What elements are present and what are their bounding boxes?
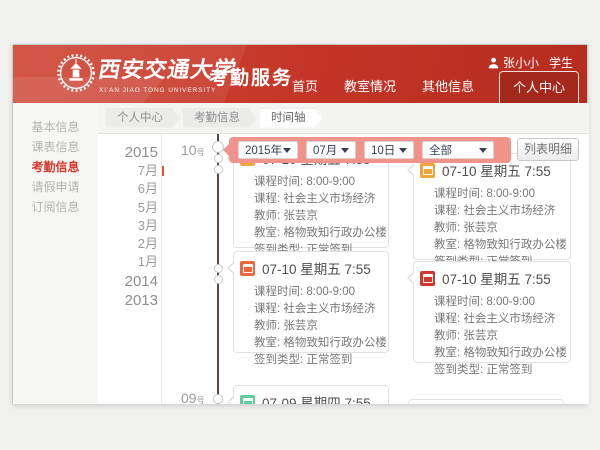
content-area: 基本信息 课表信息 考勤信息 请假申请 订阅信息 个人中心 考勤信息 时间轴 2… — [13, 103, 589, 404]
card-course-time: 课程时间: 8:00-9:00 — [434, 186, 562, 203]
user-info[interactable]: 张小小 学生 — [488, 54, 573, 71]
user-role: 学生 — [549, 54, 573, 71]
card-date: 07-10 星期五 7:55 — [442, 160, 551, 180]
chevron-down-icon — [479, 148, 487, 157]
nav-personal-center-active-tab[interactable]: 个人中心 — [499, 71, 579, 103]
card-teacher: 教师: 张芸京 — [434, 220, 562, 237]
day-label-10: 10号 — [181, 142, 205, 160]
attendance-card[interactable]: 07-10 星期五 7:55 课程时间: 8:00-9:00 课程: 社会主义市… — [233, 251, 389, 353]
chevron-down-icon — [341, 148, 349, 157]
card-classroom: 教室: 格物致知行政办公楼 — [434, 237, 562, 254]
timeline-node — [214, 165, 223, 174]
card-teacher: 教师: 张芸京 — [254, 208, 380, 225]
main-nav: 首页 教室情况 其他信息 个人中心 — [279, 71, 579, 103]
card-signin-type: 签到类型: 正常签到 — [434, 362, 562, 379]
type-dropdown[interactable]: 全部 — [422, 141, 494, 159]
day-dropdown[interactable]: 10日 — [364, 141, 414, 159]
months-divider-line — [161, 134, 162, 404]
month-dropdown[interactable]: 07月 — [306, 141, 356, 159]
card-classroom: 教室: 格物致知行政办公楼 — [254, 335, 380, 352]
breadcrumb-personal-center[interactable]: 个人中心 — [106, 109, 180, 128]
card-date: 07-10 星期五 7:55 — [262, 258, 371, 278]
university-seal-icon — [57, 54, 95, 92]
card-course: 课程: 社会主义市场经济 — [254, 301, 380, 318]
timeline-nav-year[interactable]: 2015 — [98, 143, 158, 162]
signin-status-icon — [420, 271, 435, 286]
sidebar-item-subscription-info[interactable]: 订阅信息 — [13, 197, 98, 217]
timeline-nav-month[interactable]: 2月 — [98, 235, 158, 253]
card-date: 07-10 星期五 7:55 — [442, 268, 551, 288]
card-course-time: 课程时间: 8:00-9:00 — [434, 294, 562, 311]
card-signin-type: 签到类型: 正常签到 — [254, 352, 380, 369]
person-icon — [488, 57, 499, 69]
breadcrumb-timeline-active[interactable]: 时间轴 — [260, 109, 323, 128]
attendance-card-clipped[interactable]: 07-09 星期四 7:55 — [233, 385, 389, 404]
sidebar-item-basic-info[interactable]: 基本信息 — [13, 117, 98, 137]
nav-other-info[interactable]: 其他信息 — [409, 76, 487, 103]
attendance-card[interactable]: 07-10 星期五 7:55 课程时间: 8:00-9:00 课程: 社会主义市… — [413, 153, 571, 260]
timeline-nav-month[interactable]: 3月 — [98, 217, 158, 235]
attendance-card-clipped[interactable] — [408, 399, 564, 404]
chevron-down-icon — [399, 148, 407, 157]
sidebar-item-timetable-info[interactable]: 课表信息 — [13, 137, 98, 157]
app-header: 西安交通大学 XI'AN JIAO TONG UNIVERSITY 考勤服务 张… — [13, 45, 587, 103]
timeline-nav-month-current[interactable]: 7月 — [98, 162, 158, 180]
breadcrumb: 个人中心 考勤信息 时间轴 — [98, 103, 589, 134]
card-course-time: 课程时间: 8:00-9:00 — [254, 174, 380, 191]
signin-status-icon — [420, 163, 435, 178]
card-classroom: 教室: 格物致知行政办公楼 — [254, 225, 380, 242]
sidebar-item-attendance-info[interactable]: 考勤信息 — [13, 157, 98, 177]
card-course-time: 课程时间: 8:00-9:00 — [254, 284, 380, 301]
timeline-nav-month[interactable]: 5月 — [98, 199, 158, 217]
timeline-year-month-nav: 2015 7月 6月 5月 3月 2月 1月 2014 2013 — [98, 143, 158, 310]
page-background: 西安交通大学 XI'AN JIAO TONG UNIVERSITY 考勤服务 张… — [0, 0, 600, 450]
nav-classroom-status[interactable]: 教室情况 — [331, 76, 409, 103]
day-label-09: 09号 — [181, 390, 205, 404]
timeline-nav-month[interactable]: 1月 — [98, 253, 158, 271]
attendance-app-window: 西安交通大学 XI'AN JIAO TONG UNIVERSITY 考勤服务 张… — [12, 44, 588, 404]
card-course: 课程: 社会主义市场经济 — [434, 203, 562, 220]
timeline-nav-year[interactable]: 2014 — [98, 272, 158, 291]
chevron-down-icon — [283, 148, 291, 157]
timeline-nav-year[interactable]: 2013 — [98, 291, 158, 310]
card-teacher: 教师: 张芸京 — [434, 328, 562, 345]
attendance-card[interactable]: 07-10 星期五 7:55 课程时间: 8:00-9:00 课程: 社会主义市… — [413, 261, 571, 363]
card-course: 课程: 社会主义市场经济 — [254, 191, 380, 208]
card-course: 课程: 社会主义市场经济 — [434, 311, 562, 328]
sidebar-item-leave-request[interactable]: 请假申请 — [13, 177, 98, 197]
card-date: 07-09 星期四 7:55 — [262, 392, 371, 404]
card-teacher: 教师: 张芸京 — [254, 318, 380, 335]
user-name: 张小小 — [503, 54, 539, 71]
breadcrumb-attendance-info[interactable]: 考勤信息 — [183, 109, 257, 128]
timeline-nav-month[interactable]: 6月 — [98, 180, 158, 198]
filter-bar: 2015年 07月 10日 全部 — [229, 137, 511, 163]
signin-status-icon — [240, 395, 255, 405]
timeline-node — [214, 154, 223, 163]
sidebar: 基本信息 课表信息 考勤信息 请假申请 订阅信息 — [13, 103, 98, 404]
timeline-node — [214, 264, 223, 273]
timeline-node — [214, 275, 223, 284]
signin-status-icon — [240, 261, 255, 276]
timeline-node — [213, 394, 223, 404]
year-dropdown[interactable]: 2015年 — [238, 141, 298, 159]
nav-home[interactable]: 首页 — [279, 76, 331, 103]
card-classroom: 教室: 格物致知行政办公楼 — [434, 345, 562, 362]
list-detail-button[interactable]: 列表明细 — [517, 138, 579, 161]
